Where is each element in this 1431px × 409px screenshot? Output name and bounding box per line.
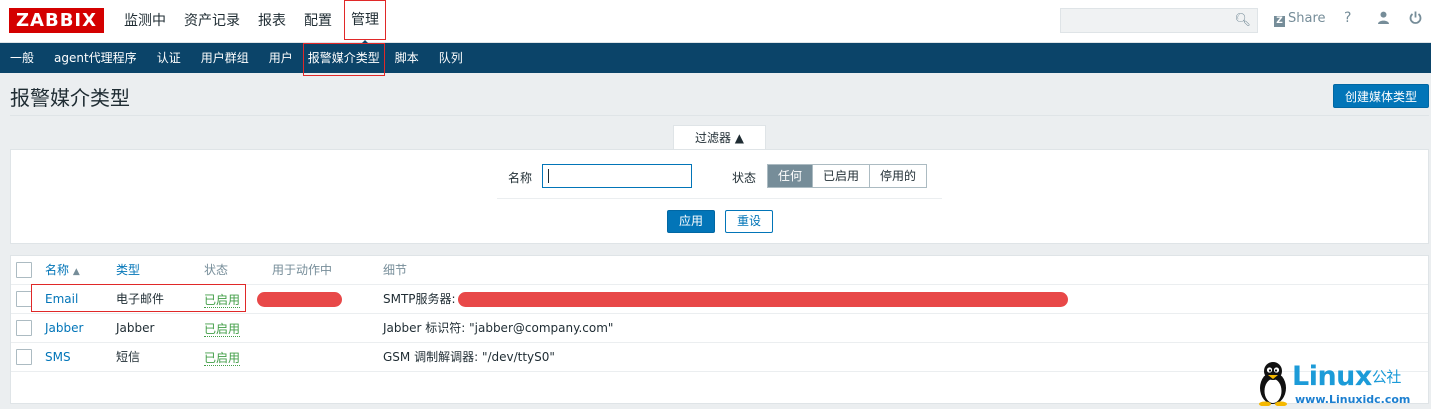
title-divider <box>10 115 1429 116</box>
select-all-checkbox[interactable] <box>16 262 32 278</box>
column-name-label: 名称 <box>45 263 70 277</box>
create-media-type-button[interactable]: 创建媒体类型 <box>1333 84 1429 108</box>
linuxidc-watermark: Linux公社 www.Linuxidc.com <box>1255 358 1431 409</box>
subnav-authentication[interactable]: 认证 <box>147 43 191 73</box>
column-used-in-actions-header: 用于动作中 <box>272 263 333 277</box>
sub-navigation: 一般 agent代理程序 认证 用户群组 用户 报警媒介类型 脚本 队列 <box>0 43 1431 76</box>
watermark-brand-text: Linux <box>1292 361 1372 392</box>
filter-tab-label: 过滤器 <box>694 131 731 145</box>
media-types-table: 名称 ▲ 类型 状态 用于动作中 细节 Email 电子邮件 已启用 SMTP服… <box>10 255 1429 404</box>
redacted-details <box>458 292 1068 307</box>
zabbix-logo[interactable]: ZABBIX <box>9 8 104 33</box>
status-option-disabled[interactable]: 停用的 <box>870 165 927 187</box>
details-cell: SMTP服务器: <box>383 292 456 306</box>
help-icon[interactable]: ? <box>1344 10 1351 26</box>
subnav-user-groups[interactable]: 用户群组 <box>191 43 259 73</box>
status-option-enabled[interactable]: 已启用 <box>813 165 871 187</box>
filter-name-input[interactable] <box>542 164 692 188</box>
redacted-actions <box>257 292 342 307</box>
top-header: ZABBIX 监测中 资产记录 报表 配置 管理 🔍︎ Z Share ? <box>0 0 1431 46</box>
row-checkbox[interactable] <box>16 349 32 365</box>
table-row: SMS 短信 已启用 GSM 调制解调器: "/dev/ttyS0" <box>11 343 1428 372</box>
collapse-arrow-icon: ▲ <box>734 131 745 145</box>
column-type-header[interactable]: 类型 <box>116 256 140 285</box>
media-name-link[interactable]: Jabber <box>45 314 83 343</box>
filter-tab[interactable]: 过滤器 ▲ <box>673 125 766 150</box>
watermark-url: www.Linuxidc.com <box>1295 393 1411 406</box>
search-icon[interactable]: 🔍︎ <box>1234 13 1251 28</box>
zabbix-share-icon: Z <box>1274 16 1285 27</box>
subnav-media-types[interactable]: 报警媒介类型 <box>302 43 385 76</box>
column-name-header[interactable]: 名称 ▲ <box>45 256 80 287</box>
subnav-general[interactable]: 一般 <box>0 43 44 73</box>
search-input[interactable]: 🔍︎ <box>1060 8 1258 33</box>
text-caret <box>548 169 549 183</box>
menu-inventory[interactable]: 资产记录 <box>178 0 246 42</box>
subnav-scripts[interactable]: 脚本 <box>385 43 429 73</box>
watermark-brand-cn: 公社 <box>1371 368 1402 386</box>
apply-button[interactable]: 应用 <box>667 210 715 233</box>
menu-administration[interactable]: 管理 <box>344 0 386 46</box>
filter-name-label: 名称 <box>508 171 533 185</box>
column-status-header: 状态 <box>204 263 229 277</box>
media-name-link[interactable]: SMS <box>45 343 71 372</box>
menu-configuration[interactable]: 配置 <box>298 0 338 42</box>
table-row: Jabber Jabber 已启用 Jabber 标识符: "jabber@co… <box>11 314 1428 343</box>
subnav-proxies[interactable]: agent代理程序 <box>44 43 147 73</box>
filter-status-label: 状态 <box>732 171 757 185</box>
filter-panel: 名称 状态 任何 已启用 停用的 应用 重设 <box>10 149 1429 244</box>
main-menu: 监测中 资产记录 报表 配置 管理 <box>118 0 392 46</box>
media-type-cell: 短信 <box>116 350 141 364</box>
subnav-queue[interactable]: 队列 <box>429 43 473 73</box>
menu-monitoring[interactable]: 监测中 <box>118 0 172 42</box>
highlight-box <box>31 284 246 312</box>
details-cell: Jabber 标识符: "jabber@company.com" <box>383 321 614 335</box>
share-label: Share <box>1288 11 1326 26</box>
watermark-brand: Linux公社 <box>1292 361 1401 392</box>
reset-button[interactable]: 重设 <box>725 210 773 233</box>
menu-reports[interactable]: 报表 <box>252 0 292 42</box>
page-title: 报警媒介类型 <box>10 86 130 110</box>
row-checkbox[interactable] <box>16 291 32 307</box>
subnav-users[interactable]: 用户 <box>259 43 303 73</box>
media-type-cell: Jabber <box>116 321 155 335</box>
row-checkbox[interactable] <box>16 320 32 336</box>
status-option-any[interactable]: 任何 <box>768 165 814 187</box>
table-header-row: 名称 ▲ 类型 状态 用于动作中 细节 <box>11 256 1428 285</box>
column-details-header: 细节 <box>383 263 408 277</box>
user-profile-icon[interactable] <box>1377 11 1390 28</box>
logout-icon[interactable] <box>1409 11 1422 28</box>
filter-divider <box>497 198 942 199</box>
sort-asc-icon: ▲ <box>72 267 80 277</box>
penguin-icon <box>1259 362 1287 406</box>
status-toggle[interactable]: 已启用 <box>204 351 241 366</box>
status-toggle[interactable]: 已启用 <box>204 322 241 337</box>
details-cell: GSM 调制解调器: "/dev/ttyS0" <box>383 350 555 364</box>
share-link[interactable]: Z Share <box>1274 11 1326 27</box>
filter-status-segmented: 任何 已启用 停用的 <box>767 164 928 188</box>
